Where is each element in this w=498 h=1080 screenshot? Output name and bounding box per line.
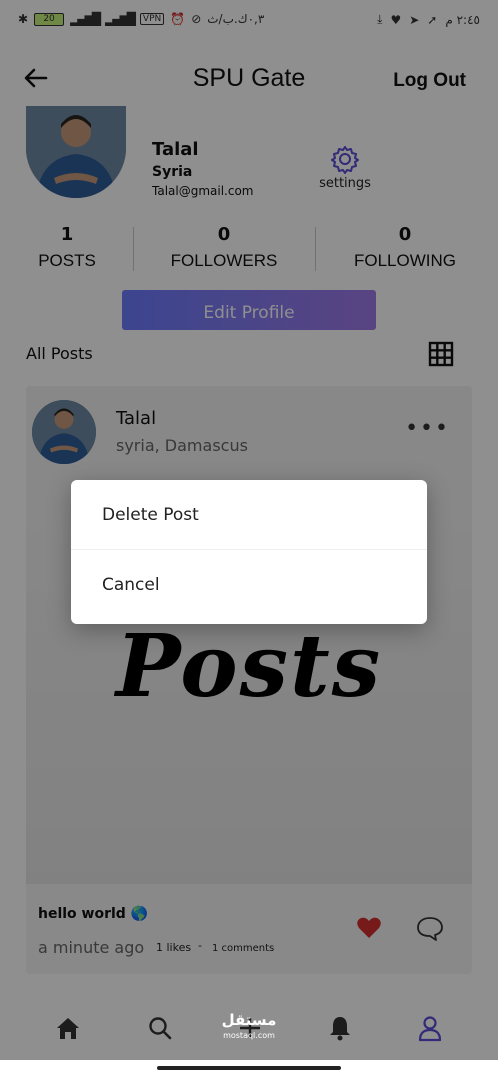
home-indicator[interactable]: [157, 1066, 341, 1070]
cancel-button[interactable]: Cancel: [71, 550, 427, 620]
watermark: مستقل mostaql.com: [214, 1012, 284, 1044]
delete-post-button[interactable]: Delete Post: [71, 480, 427, 550]
watermark-main: مستقل: [221, 1011, 277, 1029]
post-options-dialog: Delete Post Cancel: [71, 480, 427, 624]
watermark-sub: mostaql.com: [223, 1031, 275, 1040]
